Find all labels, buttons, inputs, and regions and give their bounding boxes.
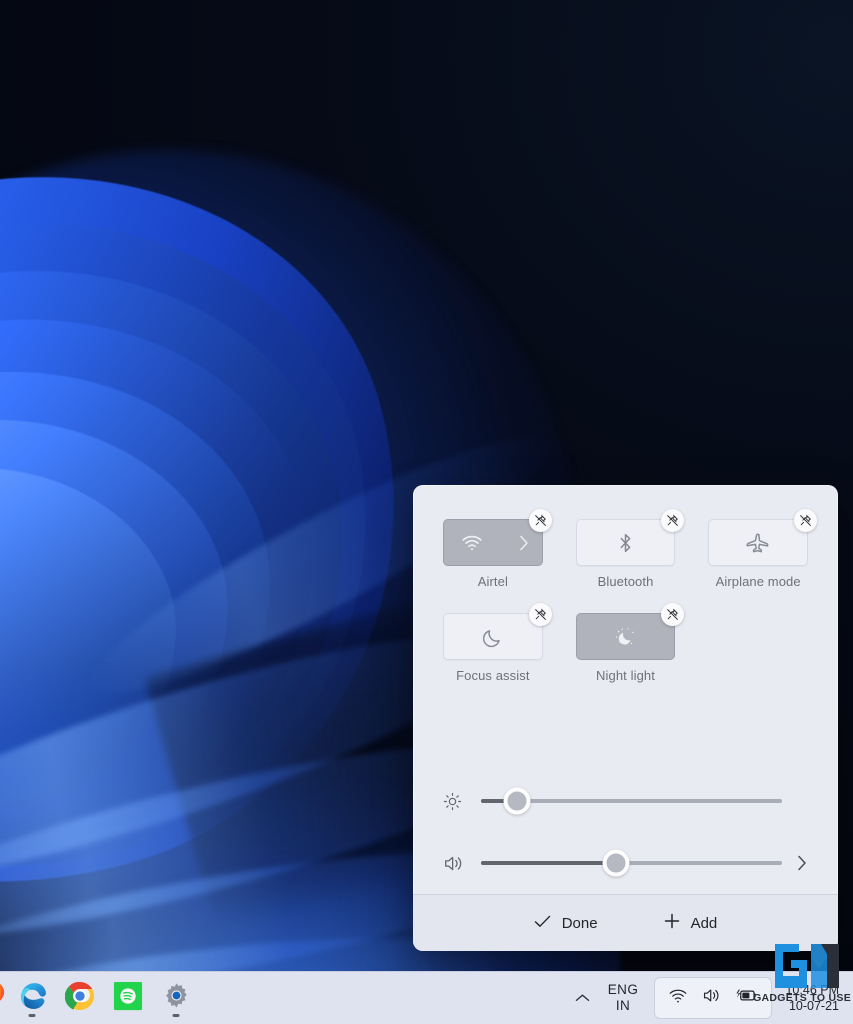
unpin-icon[interactable]	[528, 509, 552, 532]
volume-icon	[443, 854, 473, 873]
taskbar-system-tray: ENG IN 10:46 PM 10-07-21	[565, 972, 853, 1024]
night-light-icon	[613, 626, 637, 648]
battery-charging-icon	[735, 987, 758, 1009]
quick-setting-tile-wifi[interactable]	[443, 519, 543, 566]
quick-setting-tile-label: Focus assist	[456, 668, 530, 683]
quick-setting-tile-focus-assist[interactable]	[443, 613, 543, 660]
tile-cell-empty	[708, 601, 808, 683]
quick-settings-tile-grid: Airtel Bluetooth Airplane mode Focus ass…	[443, 507, 817, 683]
unpin-icon[interactable]	[793, 509, 817, 532]
quick-setting-tile-label: Night light	[596, 668, 655, 683]
tile-cell-airplane: Airplane mode	[708, 507, 817, 589]
plus-icon	[664, 913, 680, 933]
volume-expand-chevron-right-icon[interactable]	[782, 854, 808, 872]
done-label: Done	[561, 914, 598, 932]
chevron-right-icon[interactable]	[518, 534, 530, 552]
app-running-indicator	[28, 1014, 36, 1017]
moon-icon	[482, 626, 503, 648]
taskbar-app-settings[interactable]	[152, 974, 200, 1022]
done-button[interactable]: Done	[524, 908, 608, 939]
language-line-1: ENG	[607, 982, 639, 997]
brightness-slider[interactable]	[481, 787, 782, 815]
brightness-slider-row	[443, 770, 808, 832]
add-button[interactable]: Add	[654, 907, 728, 939]
volume-icon	[702, 987, 721, 1009]
quick-settings-panel[interactable]: Airtel Bluetooth Airplane mode Focus ass…	[413, 485, 838, 951]
tile-cell-focus-assist: Focus assist	[443, 601, 552, 683]
airplane-icon	[746, 532, 770, 554]
volume-slider-row	[443, 832, 808, 894]
edge-icon	[17, 981, 47, 1016]
tray-overflow-chevron-up-icon[interactable]	[565, 993, 599, 1003]
tile-cell-bluetooth: Bluetooth	[575, 507, 685, 589]
taskbar-clock[interactable]: 10:46 PM 10-07-21	[777, 982, 847, 1014]
quick-setting-tile-bluetooth[interactable]	[575, 519, 676, 566]
unpin-icon[interactable]	[661, 509, 685, 532]
language-indicator[interactable]: ENG IN	[599, 982, 647, 1014]
taskbar-app-icons	[0, 972, 200, 1024]
quick-settings-footer: Done Add	[413, 894, 838, 951]
language-line-2: IN	[615, 998, 631, 1013]
wifi-icon	[668, 988, 688, 1009]
taskbar-app-chrome[interactable]	[56, 974, 104, 1022]
slider-thumb[interactable]	[602, 849, 630, 877]
wifi-icon	[461, 534, 483, 552]
quick-settings-tiles-area: Airtel Bluetooth Airplane mode Focus ass…	[413, 485, 838, 756]
quick-setting-tile-night-light[interactable]	[575, 613, 676, 660]
check-icon	[534, 914, 551, 933]
taskbar-app-edge[interactable]	[8, 974, 56, 1022]
tile-cell-night-light: Night light	[575, 601, 685, 683]
bluetooth-icon	[617, 532, 634, 554]
spotify-icon	[113, 981, 143, 1016]
quick-settings-tray-button[interactable]	[655, 978, 771, 1018]
tile-cell-wifi: Airtel	[443, 507, 552, 589]
taskbar-app-firefox[interactable]	[0, 974, 8, 1022]
quick-setting-tile-airplane-mode[interactable]	[708, 519, 808, 566]
unpin-icon[interactable]	[661, 603, 685, 626]
quick-setting-tile-label: Airtel	[477, 574, 508, 589]
volume-slider[interactable]	[481, 849, 782, 877]
clock-time: 10:46 PM	[785, 983, 839, 997]
quick-setting-tile-label: Airplane mode	[715, 574, 801, 589]
add-label: Add	[690, 914, 718, 932]
clock-date: 10-07-21	[788, 999, 839, 1013]
brightness-icon	[443, 792, 473, 811]
slider-thumb[interactable]	[503, 787, 531, 815]
taskbar: ENG IN 10:46 PM 10-07-21 GADGETS TO USE	[0, 944, 853, 1024]
taskbar-app-spotify[interactable]	[104, 974, 152, 1022]
settings-gear-icon	[162, 981, 191, 1015]
desktop-screen: Airtel Bluetooth Airplane mode Focus ass…	[0, 0, 853, 1024]
quick-setting-tile-label: Bluetooth	[597, 574, 654, 589]
slider-fill	[481, 861, 617, 865]
quick-settings-sliders	[413, 756, 838, 894]
unpin-icon[interactable]	[528, 603, 552, 626]
chrome-icon	[64, 981, 95, 1016]
app-running-indicator	[172, 1014, 180, 1017]
